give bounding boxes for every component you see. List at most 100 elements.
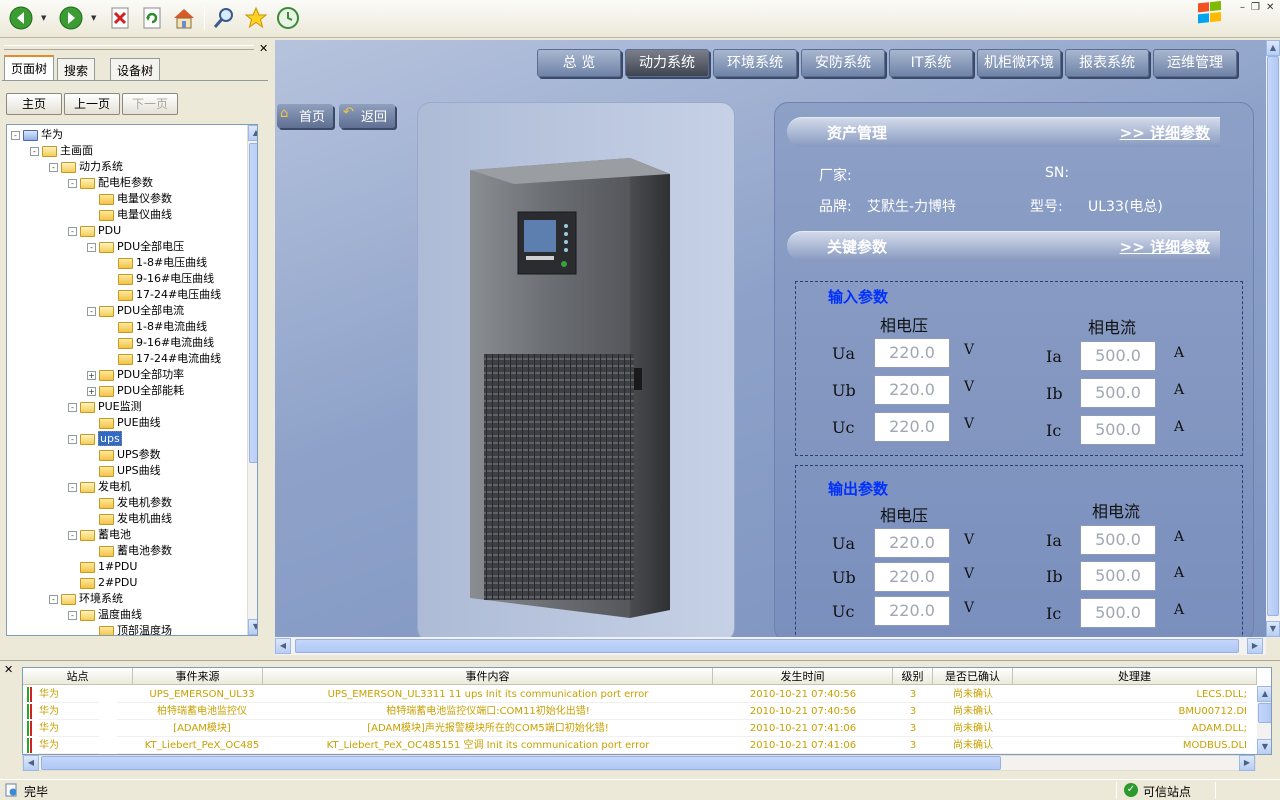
- collapse-icon[interactable]: -: [68, 530, 77, 540]
- main-vertical-scrollbar[interactable]: ▲ ▼: [1266, 40, 1280, 637]
- tree-node[interactable]: PUE曲线: [87, 415, 161, 431]
- event-vscroll-thumb[interactable]: [1258, 703, 1271, 723]
- event-cell-site[interactable]: 华为: [39, 686, 99, 703]
- tab-search[interactable]: 搜索: [57, 58, 96, 80]
- current-input[interactable]: 500.0: [1080, 415, 1156, 445]
- main-hscroll-thumb[interactable]: [295, 639, 1239, 653]
- current-input[interactable]: 500.0: [1080, 598, 1156, 628]
- event-cell-level[interactable]: 3: [893, 720, 933, 737]
- forward-dropdown-icon[interactable]: ▼: [91, 14, 99, 22]
- tree-node[interactable]: - 发电机: [68, 479, 131, 495]
- tree-node[interactable]: - 华为: [11, 127, 63, 143]
- event-hscroll-thumb[interactable]: [41, 756, 1001, 770]
- event-scroll-right-icon[interactable]: ▶: [1239, 755, 1255, 771]
- tree-node[interactable]: 17-24#电流曲线: [106, 351, 221, 367]
- main-scroll-down-icon[interactable]: ▼: [1266, 621, 1280, 637]
- event-scroll-up-icon[interactable]: ▲: [1257, 686, 1271, 702]
- back-icon[interactable]: [8, 5, 34, 31]
- expand-icon[interactable]: +: [87, 370, 96, 380]
- main-horizontal-scrollbar[interactable]: ◀ ▶: [275, 637, 1266, 655]
- column-header-confirmed[interactable]: 是否已确认: [933, 668, 1013, 685]
- main-scroll-right-icon[interactable]: ▶: [1247, 638, 1263, 654]
- home-nav-button[interactable]: ⌂ 首页: [277, 104, 334, 128]
- event-cell-source[interactable]: [ADAM模块]: [117, 720, 287, 737]
- collapse-icon[interactable]: -: [87, 306, 96, 316]
- collapse-icon[interactable]: -: [68, 610, 77, 620]
- minimize-icon[interactable]: –: [1240, 2, 1245, 16]
- event-cell-site[interactable]: 华为: [39, 737, 99, 754]
- collapse-icon[interactable]: -: [68, 402, 77, 412]
- stop-icon[interactable]: [107, 5, 133, 31]
- forward-icon[interactable]: [58, 5, 84, 31]
- event-cell-time[interactable]: 2010-10-21 07:40:56: [713, 686, 893, 703]
- tab-device-tree[interactable]: 设备树: [110, 58, 161, 80]
- back-dropdown-icon[interactable]: ▼: [41, 14, 49, 22]
- close-icon[interactable]: ✕: [1266, 2, 1274, 16]
- tree-node[interactable]: 电量仪曲线: [87, 207, 172, 223]
- current-input[interactable]: 500.0: [1080, 561, 1156, 591]
- scroll-up-icon[interactable]: ▲: [248, 125, 257, 141]
- event-scroll-down-icon[interactable]: ▼: [1257, 739, 1271, 754]
- tree-node[interactable]: UPS曲线: [87, 463, 161, 479]
- tree-node[interactable]: 发电机参数: [87, 495, 172, 511]
- event-cell-content[interactable]: KT_Liebert_PeX_OC485151 空调 Init its comm…: [263, 737, 713, 754]
- voltage-input[interactable]: 220.0: [874, 562, 950, 592]
- voltage-input[interactable]: 220.0: [874, 596, 950, 626]
- event-cell-action[interactable]: MODBUS.DLI: [1013, 737, 1247, 754]
- event-cell-action[interactable]: BMU00712.DI: [1013, 703, 1247, 720]
- home-button[interactable]: 主页: [6, 93, 62, 115]
- current-input[interactable]: 500.0: [1080, 378, 1156, 408]
- history-icon[interactable]: [275, 5, 301, 31]
- tree-node[interactable]: 1#PDU: [68, 559, 137, 575]
- tab-page-tree[interactable]: 页面树: [4, 55, 55, 80]
- home-icon[interactable]: [171, 5, 197, 31]
- event-cell-level[interactable]: 3: [893, 703, 933, 720]
- expand-icon[interactable]: +: [87, 386, 96, 396]
- column-header-source[interactable]: 事件来源: [133, 668, 263, 685]
- tree-node[interactable]: 9-16#电压曲线: [106, 271, 214, 287]
- event-cell-action[interactable]: ADAM.DLL;: [1013, 720, 1247, 737]
- tab-cabinet-environment[interactable]: 机柜微环境: [977, 49, 1061, 77]
- event-cell-time[interactable]: 2010-10-21 07:41:06: [713, 720, 893, 737]
- event-cell-content[interactable]: [ADAM模块]声光报警模块所在的COM5端口初始化错!: [263, 720, 713, 737]
- collapse-icon[interactable]: -: [49, 594, 58, 604]
- event-cell-content[interactable]: 柏特瑞蓄电池监控仪端口:COM11初始化出错!: [263, 703, 713, 720]
- tree-node[interactable]: 顶部温度场: [87, 623, 172, 635]
- scroll-thumb[interactable]: [249, 143, 257, 463]
- tree-node[interactable]: - ups: [68, 431, 122, 447]
- tree-node[interactable]: - 配电柜参数: [68, 175, 153, 191]
- collapse-icon[interactable]: -: [68, 178, 77, 188]
- column-header-content[interactable]: 事件内容: [263, 668, 713, 685]
- event-cell-source[interactable]: KT_Liebert_PeX_OC485: [117, 737, 287, 754]
- tree-node[interactable]: 17-24#电压曲线: [106, 287, 221, 303]
- refresh-icon[interactable]: [139, 5, 165, 31]
- voltage-input[interactable]: 220.0: [874, 338, 950, 368]
- previous-button[interactable]: 上一页: [64, 93, 120, 115]
- tree-node[interactable]: UPS参数: [87, 447, 161, 463]
- event-cell-site[interactable]: 华为: [39, 703, 99, 720]
- tree-node[interactable]: + PDU全部功率: [87, 367, 184, 383]
- event-cell-level[interactable]: 3: [893, 686, 933, 703]
- event-vertical-scrollbar[interactable]: ▲ ▼: [1257, 686, 1271, 754]
- collapse-icon[interactable]: -: [87, 242, 96, 252]
- tree-node[interactable]: - PDU全部电流: [87, 303, 184, 319]
- tab-operations[interactable]: 运维管理: [1153, 49, 1237, 77]
- event-cell-source[interactable]: UPS_EMERSON_UL33: [117, 686, 287, 703]
- column-header-action[interactable]: 处理建: [1013, 668, 1257, 685]
- collapse-icon[interactable]: -: [68, 434, 77, 444]
- event-horizontal-scrollbar[interactable]: ◀ ▶: [22, 755, 1256, 771]
- event-cell-confirmed[interactable]: 尚未确认: [933, 737, 1013, 754]
- tree-node[interactable]: 1-8#电压曲线: [106, 255, 207, 271]
- collapse-icon[interactable]: -: [68, 226, 77, 236]
- tab-power-system[interactable]: 动力系统: [625, 49, 709, 77]
- main-scroll-up-icon[interactable]: ▲: [1266, 40, 1280, 56]
- event-cell-confirmed[interactable]: 尚未确认: [933, 720, 1013, 737]
- main-vscroll-thumb[interactable]: [1267, 56, 1279, 616]
- tree-node[interactable]: 9-16#电流曲线: [106, 335, 214, 351]
- tab-security-system[interactable]: 安防系统: [801, 49, 885, 77]
- tree-node[interactable]: 2#PDU: [68, 575, 137, 591]
- event-scroll-left-icon[interactable]: ◀: [23, 755, 39, 771]
- tree-scrollbar[interactable]: ▲ ▼: [247, 125, 257, 635]
- event-cell-confirmed[interactable]: 尚未确认: [933, 686, 1013, 703]
- tree-node[interactable]: - 主画面: [30, 143, 93, 159]
